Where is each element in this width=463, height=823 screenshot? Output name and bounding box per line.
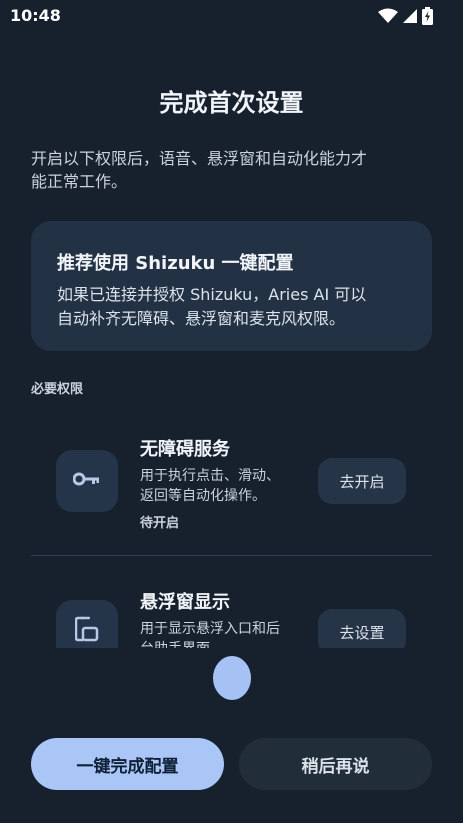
floating-assistant-bubble[interactable] <box>213 656 251 700</box>
shizuku-desc-line-1: 如果已连接并授权 Shizuku，Aries AI 可以 <box>57 285 367 304</box>
signal-icon <box>402 8 418 24</box>
permission-desc-line-1: 用于显示悬浮入口和后 <box>140 621 280 637</box>
battery-charging-icon <box>422 7 433 25</box>
permission-title-accessibility: 无障碍服务 <box>140 439 230 460</box>
permission-desc-line-2: 台助手界面 <box>140 639 300 648</box>
permission-desc-overlay: 用于显示悬浮入口和后 台助手界面 <box>140 619 300 648</box>
section-label-required-permissions: 必要权限 <box>31 382 84 397</box>
later-button[interactable]: 稍后再说 <box>239 738 432 790</box>
status-bar: 10:48 <box>0 0 463 32</box>
enable-accessibility-button[interactable]: 去开启 <box>318 458 406 504</box>
permission-list[interactable]: 无障碍服务 用于执行点击、滑动、 返回等自动化操作。 待开启 去开启 悬浮窗显示 <box>0 405 463 648</box>
shizuku-card-title: 推荐使用 Shizuku 一键配置 <box>57 253 294 274</box>
setup-overlay-button[interactable]: 去设置 <box>318 609 406 648</box>
intro-line-2: 能正常工作。 <box>31 172 128 191</box>
page-title: 完成首次设置 <box>159 89 304 117</box>
permission-status-badge: 待开启 <box>140 516 180 531</box>
permission-desc-accessibility: 用于执行点击、滑动、 返回等自动化操作。 <box>140 466 300 506</box>
intro-line-1: 开启以下权限后，语音、悬浮窗和自动化能力才 <box>31 149 368 168</box>
shizuku-recommend-card: 推荐使用 Shizuku 一键配置 如果已连接并授权 Shizuku，Aries… <box>31 221 432 351</box>
overlay-icon-box <box>56 600 118 648</box>
permission-title-overlay: 悬浮窗显示 <box>140 592 230 613</box>
overlay-window-icon <box>74 616 99 646</box>
status-icons <box>378 7 433 25</box>
permission-desc-line-1: 用于执行点击、滑动、 <box>140 468 280 484</box>
one-click-setup-button[interactable]: 一键完成配置 <box>31 738 224 790</box>
status-time: 10:48 <box>10 6 61 25</box>
setup-screen: 10:48 完成首次设置 开启以下权限后，语音、悬浮窗和自动化能力才 能正常工作… <box>0 0 463 823</box>
permission-desc-line-2: 返回等自动化操作。 <box>140 488 266 504</box>
intro-text: 开启以下权限后，语音、悬浮窗和自动化能力才 能正常工作。 <box>31 147 436 193</box>
permission-divider <box>31 555 432 556</box>
accessibility-icon-box <box>56 450 118 512</box>
key-icon <box>72 471 101 491</box>
shizuku-card-desc: 如果已连接并授权 Shizuku，Aries AI 可以 自动补齐无障碍、悬浮窗… <box>57 283 417 331</box>
shizuku-desc-line-2: 自动补齐无障碍、悬浮窗和麦克风权限。 <box>57 309 346 328</box>
wifi-icon <box>378 8 398 24</box>
